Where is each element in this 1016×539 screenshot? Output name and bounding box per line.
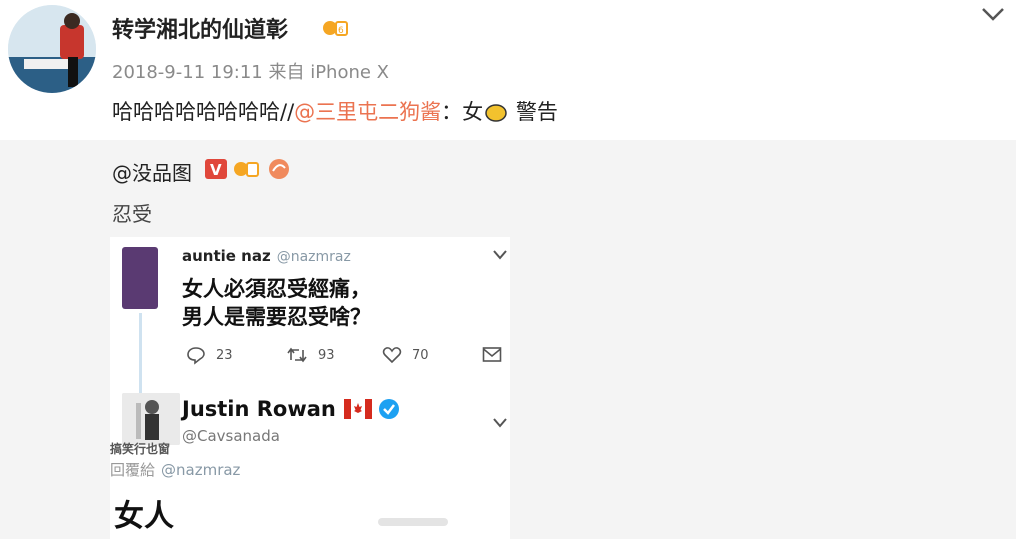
reply-action: 23 <box>186 343 233 367</box>
post-text-end: 警告 <box>515 100 558 124</box>
image-watermark <box>378 518 448 526</box>
post-meta: 2018-9-11 19:11 来自 iPhone X <box>112 62 390 83</box>
post-text-suffix: ：女 <box>441 100 484 124</box>
heart-icon <box>382 347 402 364</box>
mention-link[interactable]: @三里屯二狗酱 <box>294 100 441 124</box>
tweet-author: auntie naz @nazmraz <box>182 247 351 265</box>
tweet-line-2: 男人是需要忍受啥？ <box>182 305 371 329</box>
user-avatar[interactable] <box>8 5 96 93</box>
svg-text:V: V <box>210 161 222 179</box>
emoji-icon <box>485 104 507 122</box>
repost-username[interactable]: @没品图 <box>112 157 192 186</box>
thread-line <box>139 313 142 405</box>
vip-badge-icon[interactable]: 6 <box>322 17 348 39</box>
chevron-down-icon[interactable] <box>980 6 1006 22</box>
post-text: 哈哈哈哈哈哈哈哈//@三里屯二狗酱：女 警告 <box>112 96 558 126</box>
chevron-down-icon <box>493 250 507 260</box>
like-count: 70 <box>412 347 429 363</box>
reply-to-label: 回覆給 <box>110 461 156 479</box>
retweet-action: 93 <box>286 343 335 367</box>
mail-icon <box>482 347 502 362</box>
post-header: 转学湘北的仙道彰 6 2018-9-11 19:11 来自 iPhone X 哈… <box>0 0 1016 140</box>
tweet-author-name: auntie naz <box>182 247 271 265</box>
tweet-actions: 23 93 70 <box>182 343 504 367</box>
tweet-text: 女人必須忍受經痛， 男人是需要忍受啥？ <box>182 275 371 331</box>
like-action: 70 <box>382 343 429 367</box>
tweet2-handle: @Cavsanada <box>182 427 280 445</box>
tweet2-avatar <box>122 393 180 445</box>
svg-text:6: 6 <box>338 26 344 36</box>
tweet-avatar <box>122 247 158 309</box>
reply-to-handle: @nazmraz <box>161 461 241 479</box>
repost-text: 忍受 <box>112 202 152 226</box>
dm-action <box>482 343 512 367</box>
retweet-count: 93 <box>318 347 335 363</box>
username[interactable]: 转学湘北的仙道彰 <box>112 12 288 44</box>
avatar-caption: 搞笑行也窗 <box>110 442 171 456</box>
canada-flag-icon <box>343 399 372 419</box>
verified-badge-icon <box>378 399 399 419</box>
reply-icon <box>187 347 205 365</box>
reply-count: 23 <box>216 347 233 363</box>
tweet-author-handle: @nazmraz <box>276 249 351 265</box>
tweet-line-1: 女人必須忍受經痛， <box>182 277 371 301</box>
post-text-prefix: 哈哈哈哈哈哈哈哈// <box>112 100 295 124</box>
tweet2-text: 女人 <box>114 499 174 534</box>
embedded-tweet-image[interactable]: auntie naz @nazmraz 女人必須忍受經痛， 男人是需要忍受啥？ 2… <box>110 237 510 539</box>
reply-to-line: 回覆給 @nazmraz <box>110 459 240 480</box>
chevron-down-icon <box>493 418 507 428</box>
tweet2-author-name: Justin Rowan <box>182 397 336 421</box>
tweet2-author: Justin Rowan <box>182 397 400 421</box>
repost-badges-icon: V <box>205 159 289 179</box>
retweet-icon <box>287 347 307 363</box>
